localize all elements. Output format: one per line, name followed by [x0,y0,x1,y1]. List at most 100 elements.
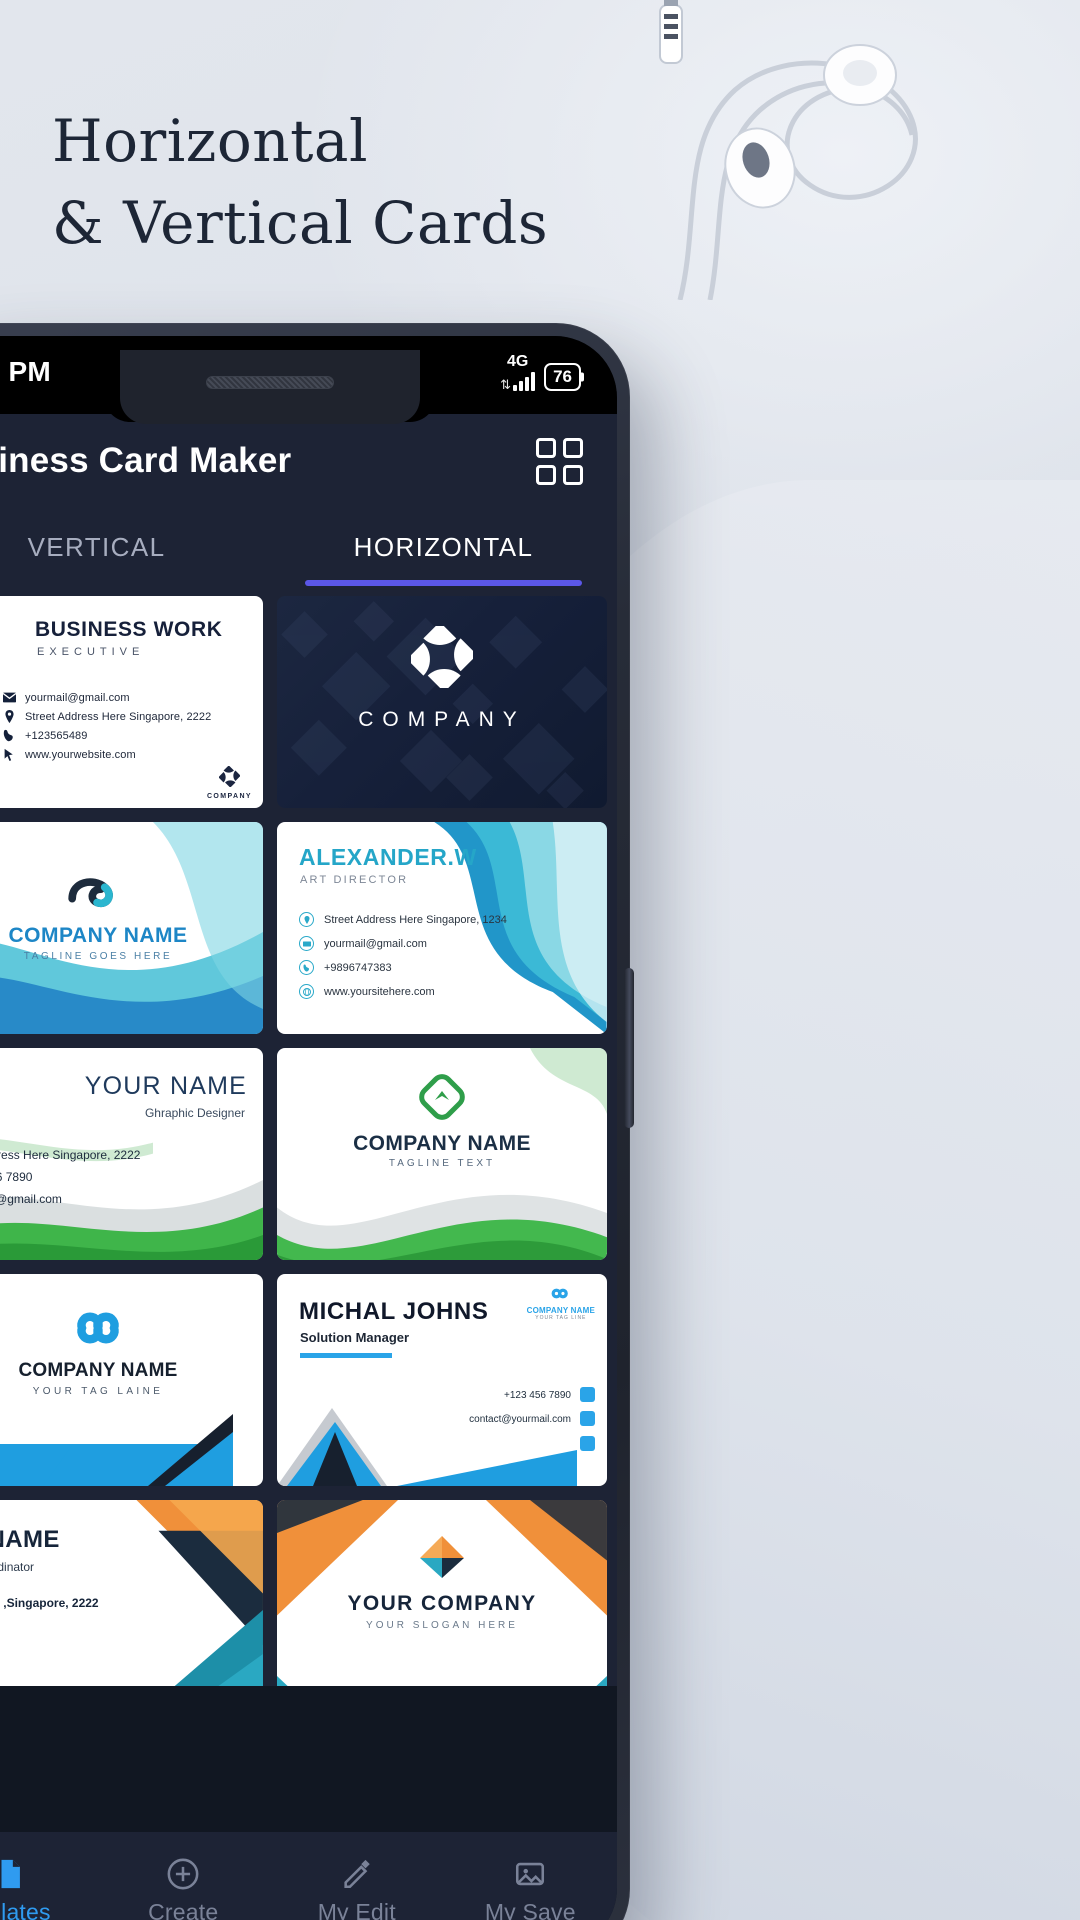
blue-angle-decoration [0,1414,233,1486]
phone-screen: :48 PM 4G ⇅ 76 usiness Card Maker VE [0,336,617,1920]
mail-icon [3,692,16,703]
pinwheel-logo-icon [218,765,241,788]
card5-contact-lines: treet Address Here Singapore, 2222 1 123… [0,1148,140,1214]
card-template-michal-johns[interactable]: MICHAL JOHNS Solution Manager COMPANY NA… [277,1274,607,1486]
card-template-business-work[interactable]: BUSINESS WORK EXECUTIVE yourmail@gmail.c… [0,596,263,808]
card3-logo [64,870,132,919]
card1-contact-website: www.yourwebsite.com [3,748,211,761]
card1-contact-email: yourmail@gmail.com [3,691,211,704]
card1-contact-address: Street Address Here Singapore, 2222 [3,710,211,723]
card-template-company-dark[interactable]: COMPANY [277,596,607,808]
card7-tagline: YOUR TAG LAINE [32,1386,164,1397]
nav-item-templates[interactable]: mplates [0,1857,97,1920]
headline-line-2: & Vertical Cards [52,189,549,258]
card2-label: COMPANY [358,708,526,731]
card1-brand: COMPANY [206,765,252,800]
card8-badge: COMPANY NAME YOUR TAG LINE [527,1286,595,1321]
mail-icon [302,941,311,946]
card-template-infinity-company[interactable]: COMPANY NAME YOUR TAG LAINE [0,1274,263,1486]
earpiece-speaker [206,376,334,389]
card3-name: COMPANY NAME [8,924,188,947]
tab-horizontal[interactable]: HORIZONTAL [270,508,617,586]
card-template-company-teal[interactable]: COMPANY NAME TAGLINE GOES HERE [0,822,263,1034]
card1-contacts: yourmail@gmail.com Street Address Here S… [3,691,211,767]
card4-contact-email: yourmail@gmail.com [299,936,507,951]
phone-icon [303,964,309,971]
card8-phone-icon-box [580,1387,595,1402]
grid-view-icon[interactable] [536,437,583,485]
card-template-your-company[interactable]: YOUR COMPANY YOUR SLOGAN HERE [277,1500,607,1686]
card9-role: ting Coor.dinator [0,1560,35,1574]
card-template-alexander-w[interactable]: ALEXANDER.W ART DIRECTOR Street Address … [277,822,607,1034]
location-pin-icon [5,710,14,723]
tab-bar: VERTICAL HORIZONTAL [0,508,617,586]
card8-email-text: contact@yourmail.com [469,1414,571,1425]
infinity-icon [551,1288,568,1299]
card10-logo [414,1534,470,1585]
page-title: Horizontal & Vertical Cards [52,100,548,265]
status-indicators: 4G ⇅ 76 [500,353,581,392]
card1-title: BUSINESS WORK [35,618,223,641]
card8-accent-rule [300,1353,392,1358]
card10-name: YOUR COMPANY [347,1592,537,1615]
card1-contact-phone: +123565489 [3,729,211,742]
card-template-company-green[interactable]: COMPANY NAME TAGLINE TEXT [277,1048,607,1260]
app-bar: usiness Card Maker [0,414,617,508]
network-indicator: 4G ⇅ [500,353,536,392]
card5-name: YOUR NAME [84,1072,247,1100]
card4-contact-phone: +9896747383 [299,960,507,975]
card9-line-1: t Address ,Singapore, 2222 [0,1596,99,1610]
phone-side-button[interactable] [624,968,634,1128]
card7-name: COMPANY NAME [18,1360,178,1381]
status-time: :48 PM [0,356,52,387]
nav-label-my-save: My Save [484,1898,576,1920]
card8-badge-tag: YOUR TAG LINE [535,1315,587,1321]
nav-item-my-edit[interactable]: My Edit [270,1857,444,1920]
card1-address-text: Street Address Here Singapore, 2222 [25,710,212,723]
card-template-your-name-orange[interactable]: UR NAME ting Coor.dinator t Address ,Sin… [0,1500,263,1686]
nav-item-my-save[interactable]: My Save [444,1857,618,1920]
card6-logo [417,1072,467,1127]
headline-line-1: Horizontal [52,107,369,175]
card1-website-text: www.yourwebsite.com [25,748,136,761]
card1-brand-label: COMPANY [206,793,252,800]
status-bar: :48 PM 4G ⇅ 76 [0,336,617,424]
card8-name: MICHAL JOHNS [299,1298,489,1325]
card1-email-text: yourmail@gmail.com [25,691,130,704]
card1-subtitle: EXECUTIVE [37,646,145,658]
card5-line-2: 1 123 456 7890 [0,1170,33,1184]
card9-line-2: 456 7890 [0,1619,99,1633]
nav-item-create[interactable]: Create [97,1857,271,1920]
infinity-icon [77,1312,119,1344]
nav-label-my-edit: My Edit [317,1898,396,1920]
card4-contact-website: www.yoursitehere.com [299,984,507,999]
battery-indicator: 76 [544,363,581,391]
card4-contact-address: Street Address Here Singapore, 1234 [299,912,507,927]
card4-contacts: Street Address Here Singapore, 1234 your… [299,912,507,1008]
card4-name: ALEXANDER.W [299,844,477,870]
card6-tagline: TAGLINE TEXT [388,1158,496,1169]
wave-swoosh-icon [68,878,113,908]
card1-phone-text: +123565489 [25,729,88,742]
card5-line-1: treet Address Here Singapore, 2222 [0,1148,141,1162]
card8-email-icon-box [580,1411,595,1426]
card3-tagline: TAGLINE GOES HERE [23,951,173,962]
triangle-diamond-icon [420,1536,464,1578]
image-icon [516,1862,545,1885]
card-template-your-name-green[interactable]: YOUR NAME Ghraphic Designer treet Addres… [0,1048,263,1260]
nav-label-templates: mplates [0,1898,51,1920]
tab-vertical[interactable]: VERTICAL [0,508,270,586]
document-icon [1,1859,20,1888]
card4-website-text: www.yoursitehere.com [324,985,435,998]
template-grid: BUSINESS WORK EXECUTIVE yourmail@gmail.c… [0,586,617,1686]
signal-bars-icon [513,371,536,391]
pencil-icon [344,1859,370,1888]
data-transfer-icon: ⇅ [500,376,511,392]
phone-icon [3,729,13,742]
card4-role: ART DIRECTOR [300,874,409,886]
globe-icon [302,987,311,996]
card9-contact-lines: t Address ,Singapore, 2222 456 7890 [0,1596,99,1642]
nav-label-create: Create [148,1898,219,1920]
card4-email-text: yourmail@gmail.com [324,937,427,950]
pinwheel-logo-icon [406,621,478,693]
